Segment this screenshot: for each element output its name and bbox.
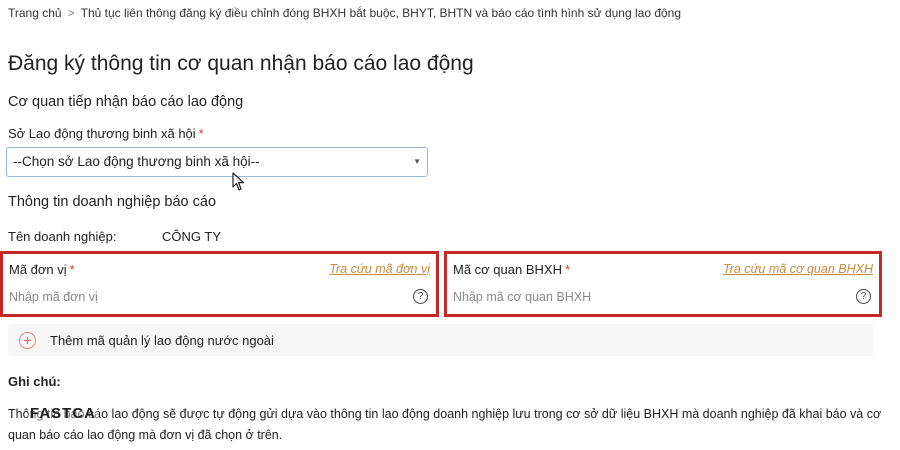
dept-select[interactable]: --Chọn sở Lao động thương binh xã hội-- … <box>6 147 428 177</box>
required-mark: * <box>198 126 204 141</box>
agency-section-title: Cơ quan tiếp nhận báo cáo lao động <box>8 94 244 110</box>
agency-code-field: Mã cơ quan BHXH * Tra cứu mã cơ quan BHXH… <box>444 251 882 317</box>
breadcrumb-separator: > <box>67 6 75 20</box>
add-foreign-labor-code-label: Thêm mã quản lý lao động nước ngoài <box>50 333 274 348</box>
plus-circle-icon: + <box>19 332 36 349</box>
notes-title: Ghi chú: <box>8 374 61 389</box>
help-icon[interactable]: ? <box>413 289 428 304</box>
mouse-cursor-icon <box>232 172 245 191</box>
add-foreign-labor-code-button[interactable]: + Thêm mã quản lý lao động nước ngoài <box>8 324 873 356</box>
breadcrumb-current[interactable]: Thủ tục liên thông đăng ký điều chỉnh đó… <box>81 6 681 20</box>
unit-code-lookup-link[interactable]: Tra cứu mã đơn vị <box>329 262 430 276</box>
unit-code-label-text: Mã đơn vị <box>9 262 67 277</box>
page-title: Đăng ký thông tin cơ quan nhận báo cáo l… <box>8 52 474 75</box>
breadcrumb: Trang chủ > Thủ tục liên thông đăng ký điề… <box>8 6 681 20</box>
unit-code-input[interactable]: Nhập mã đơn vị <box>9 290 98 304</box>
breadcrumb-home-link[interactable]: Trang chủ <box>8 6 62 20</box>
required-mark: * <box>564 262 571 277</box>
required-mark: * <box>69 262 75 277</box>
help-icon[interactable]: ? <box>856 289 871 304</box>
dept-select-value: --Chọn sở Lao động thương binh xã hội-- <box>13 154 260 169</box>
dept-label: Sở Lao động thương binh xã hội * <box>8 126 204 141</box>
agency-code-label: Mã cơ quan BHXH * <box>453 262 570 277</box>
unit-code-label: Mã đơn vị * <box>9 262 75 277</box>
agency-code-lookup-link[interactable]: Tra cứu mã cơ quan BHXH <box>723 262 873 276</box>
fastca-logo-watermark: FASTCA <box>28 405 98 422</box>
dept-label-text: Sở Lao động thương binh xã hội <box>8 126 196 141</box>
agency-code-input[interactable]: Nhập mã cơ quan BHXH <box>453 290 591 304</box>
chevron-down-icon: ▼ <box>413 157 421 166</box>
company-section-title: Thông tin doanh nghiệp báo cáo <box>8 194 217 210</box>
notes-text: Thông tin báo cáo lao động sẽ được tự độ… <box>8 407 882 442</box>
unit-code-field: Mã đơn vị * Tra cứu mã đơn vị Nhập mã đơn… <box>0 251 439 317</box>
company-name-label: Tên doanh nghiệp: <box>8 229 117 244</box>
agency-code-label-text: Mã cơ quan BHXH <box>453 262 562 277</box>
company-name-value: CÔNG TY <box>162 229 221 244</box>
company-name-row: Tên doanh nghiệp: CÔNG TY <box>8 229 221 244</box>
